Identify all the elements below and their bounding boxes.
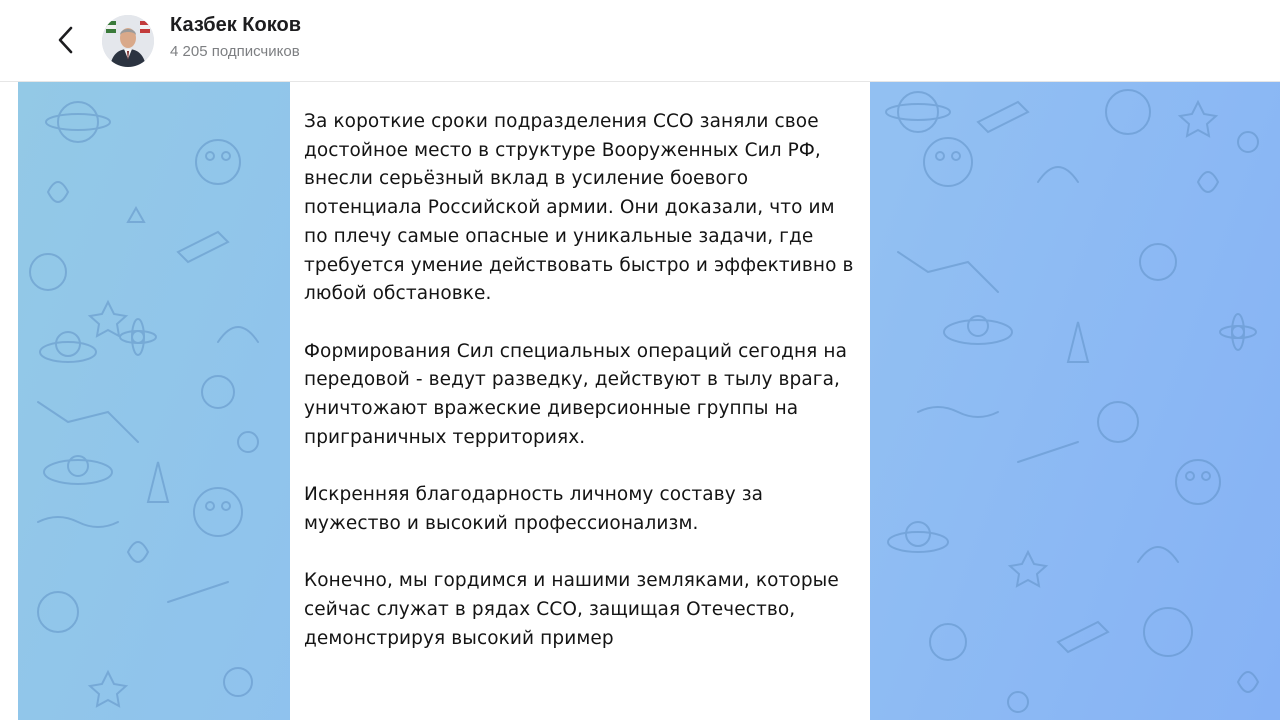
channel-name[interactable]: Казбек Коков [170, 14, 301, 37]
message-paragraph: Формирования Сил специальных операций се… [304, 340, 848, 448]
avatar-photo-icon [102, 15, 154, 67]
message-bubble: За короткие сроки подразделения ССО заня… [290, 82, 870, 720]
message-paragraph: Конечно, мы гордимся и нашими земляками,… [304, 570, 839, 649]
chevron-left-icon [58, 26, 73, 54]
channel-avatar[interactable] [102, 15, 154, 67]
channel-header: Казбек Коков 4 205 подписчиков [0, 0, 1280, 82]
subscriber-count: 4 205 подписчиков [170, 43, 300, 60]
message-paragraph: За короткие сроки подразделения ССО заня… [304, 111, 854, 305]
message-paragraph: Искренняя благодарность личному составу … [304, 484, 764, 534]
back-button[interactable] [50, 20, 82, 60]
